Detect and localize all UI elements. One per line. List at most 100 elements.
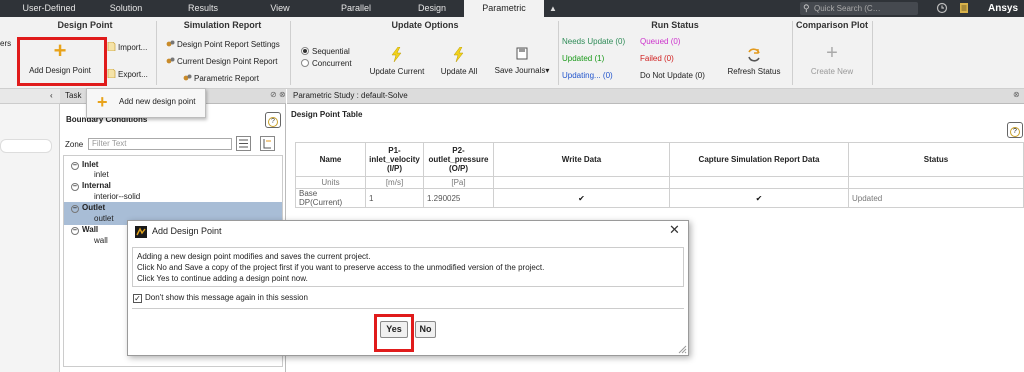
report-settings-icon	[166, 40, 175, 47]
checkbox-checked-icon[interactable]: ✓	[133, 294, 142, 303]
export-button[interactable]: Export...	[107, 69, 148, 79]
collapse-icon[interactable]: –	[71, 183, 79, 191]
queued-status[interactable]: Queued (0)	[640, 37, 680, 46]
lightning-icon	[453, 46, 464, 63]
tree-group-outlet[interactable]: – Outlet	[71, 202, 105, 213]
collapse-icon[interactable]: –	[71, 162, 79, 170]
export-label: Export...	[118, 70, 148, 79]
column-header-status: Status	[848, 142, 1024, 177]
dp-p2-value: 1.290025	[423, 188, 494, 208]
tab-parametric[interactable]: Parametric	[464, 0, 544, 17]
write-data-checkbox[interactable]: ✔	[493, 188, 670, 208]
zone-label: Zone	[65, 140, 84, 149]
failed-status[interactable]: Failed (0)	[640, 54, 674, 63]
do-not-update-status[interactable]: Do Not Update (0)	[640, 71, 705, 80]
dp-status: Updated	[848, 188, 1024, 208]
collapse-icon[interactable]: –	[71, 227, 79, 235]
import-button[interactable]: Import...	[107, 42, 147, 52]
ansys-app-icon	[135, 226, 147, 238]
update-all-button[interactable]: Update All	[436, 46, 482, 76]
dialog-title: Add Design Point	[152, 226, 222, 236]
group-title-comparison-plot: Comparison Plot	[795, 20, 868, 30]
refresh-status-label: Refresh Status	[727, 67, 781, 76]
tab-user-defined[interactable]: User-Defined	[14, 0, 84, 17]
column-header-p1: P1- inlet_velocity (I/P)	[365, 142, 424, 177]
tab-design[interactable]: Design	[405, 0, 459, 17]
divider	[872, 21, 873, 85]
lightning-icon	[391, 46, 402, 63]
capture-report-checkbox[interactable]: ✔	[669, 188, 849, 208]
panel-options-icon[interactable]: ⊘	[270, 90, 277, 99]
p2-io-label: (O/P)	[448, 164, 469, 173]
create-new-button[interactable]: + Create New	[800, 43, 864, 76]
concurrent-label: Concurrent	[312, 59, 352, 68]
parametric-report-button[interactable]: Parametric Report	[183, 73, 259, 83]
close-icon[interactable]: ✕	[669, 222, 680, 238]
units-cell	[848, 176, 1024, 189]
resize-grip-icon[interactable]	[678, 345, 687, 354]
no-button[interactable]: No	[415, 321, 436, 338]
add-design-point-dialog: Add Design Point ✕ Adding a new design p…	[127, 220, 689, 356]
tree-label: Outlet	[82, 203, 106, 212]
dont-show-again-checkbox[interactable]: ✓ Don't show this message again in this s…	[133, 293, 308, 303]
concurrent-radio[interactable]: Concurrent	[301, 59, 352, 68]
update-current-button[interactable]: Update Current	[366, 46, 428, 76]
divider	[132, 308, 684, 309]
add-new-design-point-menu-item[interactable]: Add new design point	[119, 97, 196, 106]
updated-status[interactable]: Updated (1)	[562, 54, 604, 63]
table-row[interactable]: Base DP(Current) 1 1.290025 ✔ ✔ Updated	[295, 188, 1024, 208]
divider	[558, 21, 559, 85]
tree-label: Inlet	[82, 160, 99, 169]
current-design-point-report-button[interactable]: Current Design Point Report	[166, 56, 278, 66]
needs-update-status[interactable]: Needs Update (0)	[562, 37, 625, 46]
panel-close-icon[interactable]: ⊗	[279, 90, 286, 99]
collapse-left-icon[interactable]: ‹	[50, 91, 53, 100]
tree-label: Internal	[82, 181, 111, 190]
dialog-message-line: Click Yes to continue adding a design po…	[137, 274, 308, 283]
updating-status[interactable]: Updating... (0)	[562, 71, 613, 80]
tree-group-wall[interactable]: – Wall	[71, 224, 98, 235]
tab-solution[interactable]: Solution	[98, 0, 154, 17]
select-button[interactable]	[260, 136, 275, 151]
collapse-icon[interactable]: –	[71, 205, 79, 213]
tree-item-wall[interactable]: wall	[94, 235, 108, 246]
tab-parallel[interactable]: Parallel	[325, 0, 387, 17]
parametric-report-icon	[183, 74, 192, 81]
zone-filter-input[interactable]: Filter Text	[88, 138, 232, 150]
tree-item-interior-solid[interactable]: interior--solid	[94, 191, 140, 202]
tab-results[interactable]: Results	[176, 0, 230, 17]
group-title-update-options: Update Options	[391, 20, 459, 30]
design-point-table: Name P1- inlet_velocity (I/P) P2- outlet…	[295, 142, 1024, 208]
notes-icon[interactable]	[958, 2, 970, 14]
p1-sub-label: inlet_velocity	[369, 155, 420, 164]
ribbon-collapse-icon[interactable]: ▲	[549, 0, 557, 17]
report-settings-label: Design Point Report Settings	[177, 40, 280, 49]
tree-item-outlet[interactable]: outlet	[94, 213, 114, 224]
panel-close-icon[interactable]: ⊗	[1013, 90, 1020, 99]
tree-group-internal[interactable]: – Internal	[71, 180, 111, 191]
parametric-report-label: Parametric Report	[194, 74, 259, 83]
p2-sub-label: outlet_pressure	[428, 155, 489, 164]
dp-p1-value[interactable]: 1	[365, 188, 424, 208]
help-button[interactable]: ?	[1007, 122, 1023, 138]
clock-icon[interactable]	[936, 2, 948, 14]
sequential-radio[interactable]: Sequential	[301, 47, 350, 56]
divider	[792, 21, 793, 85]
quick-search-input[interactable]: ⚲ Quick Search (C…	[800, 2, 918, 15]
left-panel-field[interactable]	[0, 139, 52, 153]
dp-name[interactable]: Base DP(Current)	[295, 188, 366, 208]
units-p1: [m/s]	[365, 176, 424, 189]
help-icon: ?	[268, 117, 278, 127]
save-journals-button[interactable]: Save Journals▾	[490, 47, 554, 75]
ansys-logo: Ansys	[988, 3, 1019, 14]
filter-button[interactable]	[236, 136, 251, 151]
tab-view[interactable]: View	[258, 0, 302, 17]
refresh-status-button[interactable]: Refresh Status	[722, 47, 786, 76]
design-point-report-settings-button[interactable]: Design Point Report Settings	[166, 39, 280, 49]
tree-item-inlet[interactable]: inlet	[94, 169, 109, 180]
help-button[interactable]: ?	[265, 112, 281, 128]
tree-label: Wall	[82, 225, 99, 234]
import-label: Import...	[118, 43, 148, 52]
units-p2: [Pa]	[423, 176, 494, 189]
column-header-p2: P2- outlet_pressure (O/P)	[423, 142, 494, 177]
